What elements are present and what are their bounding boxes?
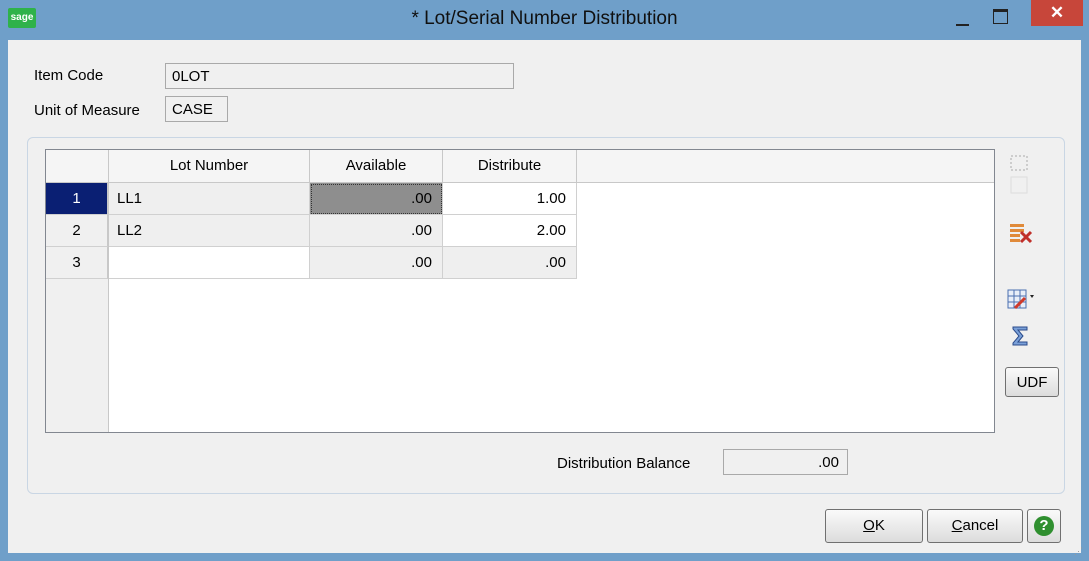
udf-button[interactable]: UDF (1005, 367, 1059, 397)
col-header-available[interactable]: Available (310, 150, 443, 183)
insert-row-icon[interactable] (1008, 153, 1032, 201)
totals-icon[interactable] (1009, 324, 1031, 352)
cell-lot-number[interactable] (109, 247, 310, 279)
distribution-balance-label: Distribution Balance (557, 455, 691, 472)
close-button[interactable]: ✕ (1031, 0, 1083, 26)
window-frame-bottom (0, 553, 1089, 561)
col-header-distribute[interactable]: Distribute (443, 150, 577, 183)
help-icon: ? (1034, 516, 1054, 536)
window-title: * Lot/Serial Number Distribution (411, 8, 678, 29)
window-frame-right (1081, 40, 1089, 561)
window-frame-left (0, 40, 8, 561)
help-button[interactable]: ? (1027, 509, 1061, 543)
grid-corner-header (46, 150, 109, 183)
minimize-button[interactable] (948, 4, 978, 32)
delete-row-icon[interactable] (1008, 221, 1034, 249)
cell-distribute[interactable]: .00 (443, 247, 577, 279)
lot-grid[interactable]: Lot Number Available Distribute 1 LL1 .0… (45, 149, 995, 433)
maximize-button[interactable] (985, 4, 1015, 32)
cell-available[interactable]: .00 (310, 215, 443, 247)
cell-lot-number[interactable]: LL2 (109, 215, 310, 247)
dialog-window: sage * Lot/Serial Number Distribution ✕ … (0, 0, 1089, 561)
item-code-field: 0LOT (165, 63, 514, 89)
ok-label-rest: K (874, 517, 885, 534)
cell-available[interactable]: .00 (310, 183, 443, 215)
cancel-button[interactable]: Cancel (927, 509, 1023, 543)
uom-field: CASE (165, 96, 228, 122)
col-header-lot-number[interactable]: Lot Number (109, 150, 310, 183)
cancel-label-rest: ancel (962, 517, 999, 534)
ok-button[interactable]: OK (825, 509, 923, 543)
cell-lot-number[interactable]: LL1 (109, 183, 310, 215)
cell-available[interactable]: .00 (310, 247, 443, 279)
row-number[interactable]: 2 (46, 215, 108, 247)
cell-distribute[interactable]: 2.00 (443, 215, 577, 247)
uom-label: Unit of Measure (34, 102, 140, 119)
cell-distribute[interactable]: 1.00 (443, 183, 577, 215)
distribution-balance-field: .00 (723, 449, 848, 475)
ok-mnemonic: O (863, 517, 875, 534)
title-bar[interactable]: sage * Lot/Serial Number Distribution ✕ (0, 0, 1089, 40)
item-code-label: Item Code (34, 67, 104, 84)
col-header-empty (577, 150, 994, 183)
customize-grid-icon[interactable] (1006, 287, 1036, 317)
row-number[interactable]: 1 (46, 183, 108, 215)
row-number[interactable]: 3 (46, 247, 108, 279)
resize-grip-icon[interactable]: ⋰ (1074, 546, 1084, 556)
cancel-mnemonic: C (951, 517, 963, 534)
